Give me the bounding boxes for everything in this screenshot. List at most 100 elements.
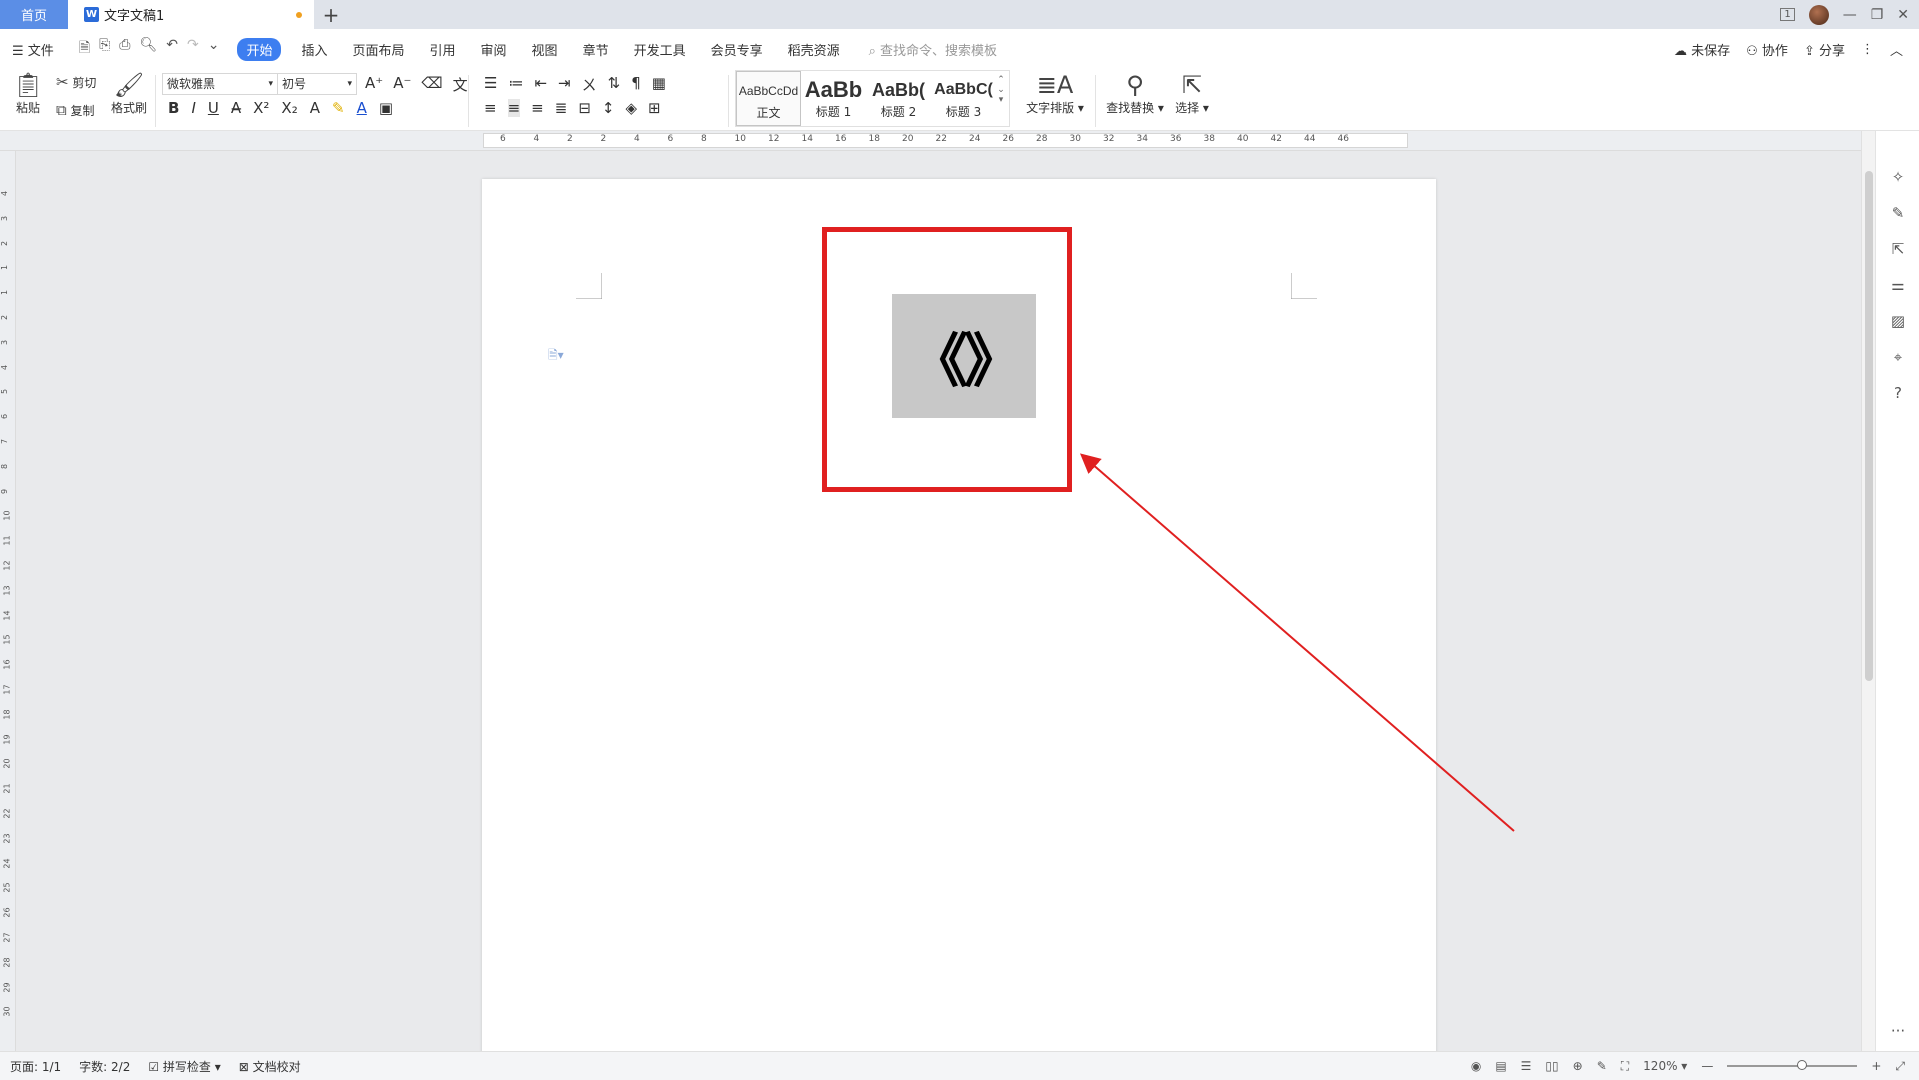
menu-tab-insert[interactable]: 插入: [301, 40, 327, 59]
word-count[interactable]: 字数: 2/2: [79, 1058, 130, 1075]
align-left-icon[interactable]: ≡: [484, 99, 497, 117]
char-border-icon[interactable]: ▣: [379, 99, 393, 117]
menu-tab-review[interactable]: 审阅: [481, 40, 507, 59]
menu-tab-home[interactable]: 开始: [237, 37, 282, 61]
outdent-icon[interactable]: ⇤: [534, 74, 547, 95]
document-canvas[interactable]: 🗎▾ 《》: [16, 151, 1861, 1059]
increase-font-icon[interactable]: A⁺: [365, 74, 383, 95]
text-effect-icon[interactable]: A: [310, 99, 320, 117]
style-heading-3[interactable]: AaBbC( 标题 3: [931, 71, 996, 126]
page-count[interactable]: 页面: 1/1: [10, 1058, 61, 1075]
zoom-slider[interactable]: [1727, 1060, 1858, 1070]
collapse-ribbon-icon[interactable]: ︿: [1890, 40, 1903, 59]
superscript-icon[interactable]: X²: [253, 99, 269, 117]
settings-sliders-icon[interactable]: ⚌: [1888, 275, 1908, 295]
style-gallery-scroll-icon[interactable]: ⌃ ⌄ ▾: [996, 71, 1006, 126]
bold-icon[interactable]: B: [168, 99, 179, 117]
bullet-list-icon[interactable]: ☰: [484, 74, 497, 95]
file-menu[interactable]: ☰ 文件: [12, 40, 54, 59]
web-view-icon[interactable]: ⊕: [1573, 1059, 1583, 1073]
horizontal-ruler[interactable]: 6 4 2 2 4 6 8 10 12 14 16 18 20 22 24 26 28 30 32 34 36 38 40 4…: [0, 131, 1919, 151]
eye-protection-icon[interactable]: ◉: [1471, 1059, 1481, 1073]
font-size-select[interactable]: 初号 ▾: [277, 73, 357, 95]
window-layout-icon[interactable]: 1: [1780, 8, 1795, 21]
fullscreen-icon[interactable]: ⤢: [1895, 1059, 1905, 1074]
share-button[interactable]: ⇪ 分享: [1804, 40, 1845, 59]
reading-view-icon[interactable]: ▯▯: [1545, 1059, 1558, 1073]
menu-tab-references[interactable]: 引用: [430, 40, 456, 59]
scrollbar-thumb[interactable]: [1865, 171, 1873, 681]
write-mode-icon[interactable]: ✎: [1597, 1059, 1607, 1073]
document-page[interactable]: 🗎▾ 《》: [482, 179, 1436, 1059]
decrease-font-icon[interactable]: A⁻: [393, 74, 411, 95]
navigation-icon[interactable]: ⌖: [1888, 347, 1908, 367]
sort-icon[interactable]: ⇅: [608, 74, 621, 95]
unsaved-status[interactable]: ☁ 未保存: [1674, 40, 1730, 59]
fit-page-icon[interactable]: ⛶: [1621, 1059, 1629, 1074]
menu-tab-view[interactable]: 视图: [532, 40, 558, 59]
edit-pen-icon[interactable]: ✎: [1888, 203, 1908, 223]
zoom-level[interactable]: 120% ▾: [1643, 1059, 1687, 1073]
user-avatar[interactable]: [1808, 4, 1829, 25]
text-layout-button[interactable]: ≣A 文字排版 ▾: [1026, 71, 1084, 116]
close-window-button[interactable]: ✕: [1897, 7, 1909, 23]
style-normal[interactable]: AaBbCcDd 正文: [736, 71, 801, 126]
show-marks-icon[interactable]: ¶: [631, 74, 641, 95]
menu-tab-docer[interactable]: 稻壳资源: [788, 40, 840, 59]
spell-check-button[interactable]: ☑ 拼写检查 ▾: [148, 1058, 220, 1075]
italic-icon[interactable]: I: [191, 99, 195, 117]
zoom-out-button[interactable]: —: [1701, 1059, 1713, 1073]
align-center-icon[interactable]: ≡: [507, 99, 521, 117]
redo-icon[interactable]: ↷: [187, 37, 199, 61]
paste-button[interactable]: 📋︎ 粘贴: [10, 71, 46, 116]
customize-chevron-icon[interactable]: ⌄: [208, 37, 220, 61]
more-icon[interactable]: ⋮: [1861, 42, 1874, 57]
justify-icon[interactable]: ≣: [555, 99, 568, 117]
style-panel-icon[interactable]: ✧: [1888, 167, 1908, 187]
image-panel-icon[interactable]: ▨: [1888, 311, 1908, 331]
menu-tab-section[interactable]: 章节: [583, 40, 609, 59]
align-right-icon[interactable]: ≡: [531, 99, 544, 117]
borders-icon[interactable]: ⊞: [648, 99, 661, 117]
command-search[interactable]: ⌕ 查找命令、搜索模板: [869, 40, 997, 59]
outline-view-icon[interactable]: ☰: [1521, 1059, 1532, 1073]
vertical-scrollbar[interactable]: [1861, 131, 1875, 1051]
shading-icon[interactable]: ◈: [625, 99, 637, 117]
select-button[interactable]: ⇱ 选择 ▾: [1172, 71, 1212, 116]
save-icon[interactable]: 🗎: [79, 37, 90, 61]
distribute-icon[interactable]: ⊟: [578, 99, 591, 117]
more-options-icon[interactable]: ···: [1888, 1021, 1908, 1041]
pinyin-icon[interactable]: 文: [453, 74, 468, 95]
minimize-button[interactable]: —: [1843, 7, 1857, 23]
undo-icon[interactable]: ↶: [166, 37, 178, 61]
subscript-icon[interactable]: X₂: [281, 99, 297, 117]
zoom-in-button[interactable]: +: [1871, 1059, 1881, 1073]
copy-button[interactable]: ⧉ 复制: [56, 101, 95, 119]
print-icon[interactable]: ⎙: [119, 37, 130, 61]
select-cursor-icon[interactable]: ⇱: [1888, 239, 1908, 259]
line-spacing-icon[interactable]: ↕: [602, 99, 615, 117]
export-icon[interactable]: ⎘: [99, 37, 110, 61]
font-color-icon[interactable]: A: [357, 99, 367, 117]
help-icon[interactable]: ?: [1888, 383, 1908, 403]
menu-tab-member[interactable]: 会员专享: [711, 40, 763, 59]
indent-icon[interactable]: ⇥: [558, 74, 571, 95]
find-replace-button[interactable]: ⚲ 查找替换 ▾: [1104, 71, 1166, 116]
underline-icon[interactable]: U: [208, 99, 219, 117]
style-heading-1[interactable]: AaBb 标题 1: [801, 71, 866, 126]
highlight-icon[interactable]: ✎: [332, 99, 345, 117]
collaborate-button[interactable]: ⚇ 协作: [1746, 40, 1788, 59]
chinese-layout-icon[interactable]: ㄨ: [582, 74, 597, 95]
numbered-list-icon[interactable]: ≔: [508, 74, 523, 95]
tab-document[interactable]: W 文字文稿1: [68, 0, 314, 29]
style-heading-2[interactable]: AaBb( 标题 2: [866, 71, 931, 126]
table-icon[interactable]: ▦: [652, 74, 666, 95]
proofread-button[interactable]: ⊠ 文档校对: [239, 1058, 301, 1075]
print-preview-icon[interactable]: 🔍︎: [139, 37, 157, 61]
menu-tab-developer[interactable]: 开发工具: [634, 40, 686, 59]
clear-format-icon[interactable]: ⌫: [421, 74, 442, 95]
maximize-button[interactable]: ❐: [1871, 7, 1884, 23]
new-tab-button[interactable]: +: [314, 0, 348, 29]
font-name-select[interactable]: 微软雅黑 ▾: [162, 73, 278, 95]
paragraph-layout-icon[interactable]: 🗎▾: [548, 346, 564, 367]
